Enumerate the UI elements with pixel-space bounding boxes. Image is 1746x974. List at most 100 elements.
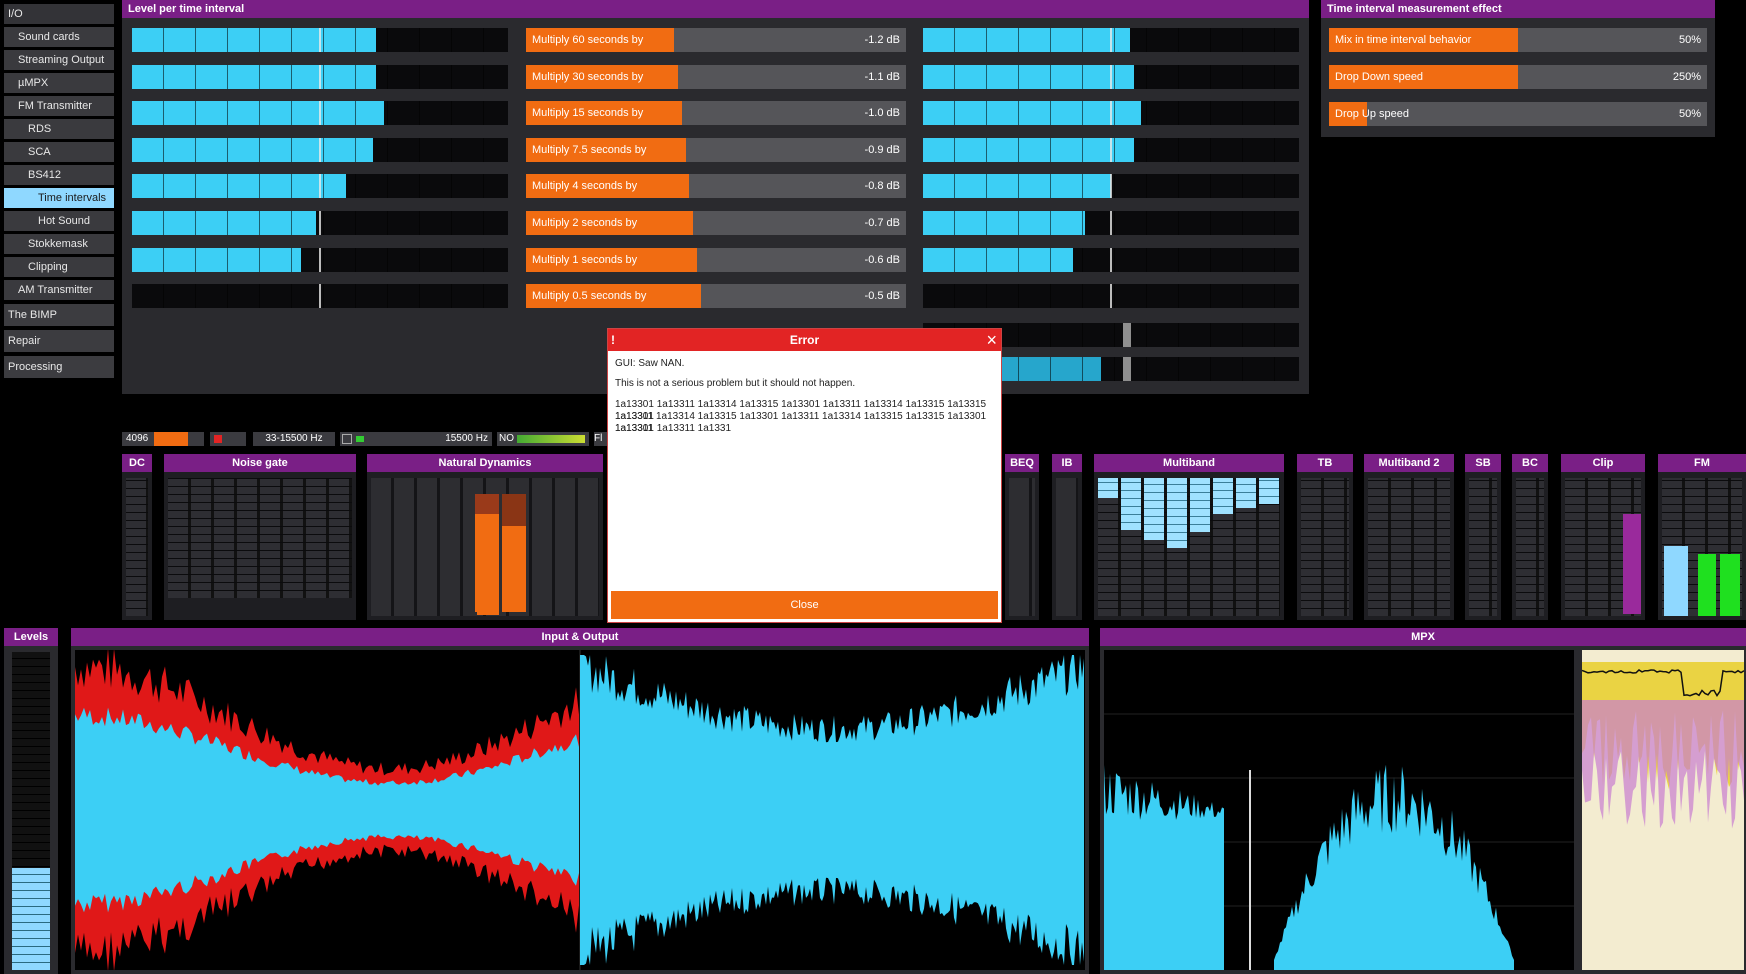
module-sb[interactable]: SB (1465, 454, 1501, 620)
multiply-slider[interactable]: Multiply 30 seconds by -1.1 dB (526, 65, 906, 89)
freq-indicator: 15500 Hz (340, 432, 492, 446)
level-meter-right (923, 65, 1299, 89)
level-meter-right (923, 211, 1299, 235)
sidebar-item-sound-cards[interactable]: Sound cards (4, 27, 114, 47)
slider-label: Multiply 0.5 seconds by (532, 290, 647, 302)
clip-indicator (210, 432, 246, 446)
multiply-slider[interactable]: Multiply 7.5 seconds by -0.9 dB (526, 138, 906, 162)
module-title: BEQ (1005, 454, 1039, 472)
sidebar-item-rds[interactable]: RDS (4, 119, 114, 139)
module-dc[interactable]: DC (122, 454, 152, 620)
close-button[interactable]: Close (611, 591, 998, 619)
nd-bar-3-peak (502, 494, 526, 526)
module-multiband-2[interactable]: Multiband 2 (1364, 454, 1454, 620)
module-meters (1469, 478, 1497, 616)
slider-value: -1.2 dB (864, 34, 900, 46)
sidebar-item-fm-transmitter[interactable]: FM Transmitter (4, 96, 114, 116)
module-title: Multiband 2 (1364, 454, 1454, 472)
fl-indicator: Fl (594, 432, 608, 446)
module-title: Clip (1561, 454, 1645, 472)
slider-label: Multiply 4 seconds by (532, 180, 638, 192)
multiband-bar (1259, 478, 1279, 504)
level-panel-title: Level per time interval (122, 0, 1309, 18)
module-title: SB (1465, 454, 1501, 472)
sidebar-item-io[interactable]: I/O (4, 4, 114, 24)
close-icon[interactable]: × (986, 329, 997, 351)
level-meter-right (923, 138, 1299, 162)
slider-value: -0.9 dB (864, 144, 900, 156)
slider-value: -0.8 dB (864, 180, 900, 192)
slider-label: Multiply 7.5 seconds by (532, 144, 647, 156)
multiply-slider[interactable]: Multiply 60 seconds by -1.2 dB (526, 28, 906, 52)
sidebar-item-umpx[interactable]: µMPX (4, 73, 114, 93)
no-label: NO (499, 433, 514, 444)
error-dialog-title: Error (789, 333, 820, 347)
fm-bar-3 (1720, 554, 1740, 616)
slider-value: 50% (1678, 108, 1701, 120)
nd-bar-2-peak (475, 494, 499, 514)
multiply-slider[interactable]: Multiply 1 seconds by -0.6 dB (526, 248, 906, 272)
sidebar-item-am-transmitter[interactable]: AM Transmitter (4, 280, 114, 300)
effect-slider[interactable]: Mix in time interval behavior 50% (1329, 28, 1707, 52)
levels-panel: Levels (4, 628, 58, 974)
module-ib[interactable]: IB (1052, 454, 1082, 620)
multiply-slider[interactable]: Multiply 0.5 seconds by -0.5 dB (526, 284, 906, 308)
module-tb[interactable]: TB (1297, 454, 1353, 620)
slider-label: Drop Up speed (1335, 108, 1409, 120)
multiply-slider[interactable]: Multiply 4 seconds by -0.8 dB (526, 174, 906, 198)
multiband-bar (1167, 478, 1187, 548)
effect-panel: Time interval measurement effect Mix in … (1321, 0, 1715, 137)
level-meter-left (132, 284, 508, 308)
sidebar-item-stokkemask[interactable]: Stokkemask (4, 234, 114, 254)
effect-slider[interactable]: Drop Down speed 250% (1329, 65, 1707, 89)
no-indicator: NO (497, 432, 589, 446)
module-title: TB (1297, 454, 1353, 472)
multiply-slider[interactable]: Multiply 15 seconds by -1.0 dB (526, 101, 906, 125)
slider-label: Multiply 30 seconds by (532, 71, 644, 83)
sidebar-item-time-intervals[interactable]: Time intervals (4, 188, 114, 208)
level-meter-left (132, 211, 508, 235)
sidebar-category-repair[interactable]: Repair (4, 330, 114, 352)
multiband-bar (1098, 478, 1118, 498)
multiband-bar (1144, 478, 1164, 540)
level-meter-left (132, 101, 508, 125)
module-fm[interactable]: FM (1658, 454, 1746, 620)
sidebar-item-streaming-output[interactable]: Streaming Output (4, 50, 114, 70)
level-meter-left (132, 248, 508, 272)
module-multiband[interactable]: Multiband (1094, 454, 1284, 620)
slider-label: Mix in time interval behavior (1335, 34, 1472, 46)
module-meters (126, 478, 148, 616)
module-clip[interactable]: Clip (1561, 454, 1645, 620)
slider-value: -1.1 dB (864, 71, 900, 83)
fm-bar-2 (1698, 554, 1716, 616)
sidebar-item-sca[interactable]: SCA (4, 142, 114, 162)
sidebar-category-processing[interactable]: Processing (4, 356, 114, 378)
level-meter-left (132, 28, 508, 52)
fm-bar-1 (1664, 546, 1688, 616)
sidebar-item-bs412[interactable]: BS412 (4, 165, 114, 185)
slider-label: Multiply 15 seconds by (532, 107, 644, 119)
io-title: Input & Output (71, 628, 1089, 646)
level-meter-right (923, 28, 1299, 52)
slider-value: -0.7 dB (864, 217, 900, 229)
level-meter-left (132, 65, 508, 89)
multiband-bar (1121, 478, 1141, 530)
effect-slider[interactable]: Drop Up speed 50% (1329, 102, 1707, 126)
buffer-value: 4096 (126, 433, 149, 444)
no-meter-fill (517, 435, 585, 443)
module-title: DC (122, 454, 152, 472)
sidebar-item-hot-sound[interactable]: Hot Sound (4, 211, 114, 231)
sidebar-item-clipping[interactable]: Clipping (4, 257, 114, 277)
module-natural-dynamics[interactable]: Natural Dynamics (367, 454, 603, 620)
multiply-slider[interactable]: Multiply 2 seconds by -0.7 dB (526, 211, 906, 235)
module-meters (1009, 478, 1035, 616)
module-noise-gate[interactable]: Noise gate (164, 454, 356, 620)
sidebar-category-bimp[interactable]: The BIMP (4, 304, 114, 326)
effect-panel-title: Time interval measurement effect (1321, 0, 1715, 18)
error-message-1: GUI: Saw NAN. (615, 358, 685, 369)
mpx-history (1582, 650, 1744, 970)
module-bc[interactable]: BC (1512, 454, 1548, 620)
stereo-icon (342, 434, 352, 444)
module-beq[interactable]: BEQ (1005, 454, 1039, 620)
slider-value: -1.0 dB (864, 107, 900, 119)
